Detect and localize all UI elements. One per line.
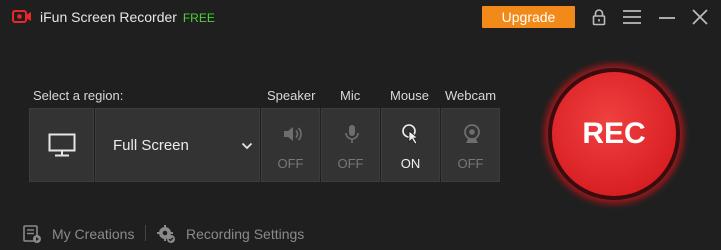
webcam-label: Webcam bbox=[445, 88, 497, 103]
select-region-label: Select a region: bbox=[33, 88, 124, 103]
region-select-value: Full Screen bbox=[113, 137, 189, 154]
creations-icon bbox=[23, 225, 41, 243]
mouse-state: ON bbox=[400, 156, 421, 171]
monitor-icon bbox=[48, 133, 76, 157]
mic-state: OFF bbox=[337, 156, 364, 171]
my-creations-label: My Creations bbox=[52, 226, 135, 242]
minimize-icon[interactable] bbox=[657, 8, 677, 26]
gear-icon bbox=[157, 225, 175, 243]
mouse-toggle[interactable]: ON bbox=[381, 108, 440, 182]
edition-badge: FREE bbox=[182, 11, 215, 25]
app-name: iFun Screen Recorder bbox=[40, 9, 177, 25]
app-title: iFun Screen Recorder FREE bbox=[40, 9, 215, 25]
menu-icon[interactable] bbox=[622, 8, 642, 26]
rec-button[interactable]: REC bbox=[537, 57, 691, 211]
rec-button-graphic bbox=[537, 57, 691, 211]
webcam-state: OFF bbox=[457, 156, 484, 171]
mouse-label: Mouse bbox=[390, 88, 430, 103]
title-bar: iFun Screen Recorder FREE Upgrade bbox=[0, 0, 721, 34]
speaker-state: OFF bbox=[277, 156, 304, 171]
lock-icon[interactable] bbox=[589, 8, 609, 26]
upgrade-button[interactable]: Upgrade bbox=[482, 6, 575, 28]
mic-toggle[interactable]: OFF bbox=[321, 108, 380, 182]
speaker-toggle[interactable]: OFF bbox=[261, 108, 320, 182]
my-creations-link[interactable]: My Creations bbox=[22, 222, 142, 244]
recording-settings-label: Recording Settings bbox=[186, 226, 305, 242]
recording-settings-link[interactable]: Recording Settings bbox=[156, 222, 306, 244]
mouse-click-icon bbox=[402, 124, 420, 145]
webcam-icon bbox=[464, 124, 480, 143]
chevron-down-icon bbox=[241, 142, 253, 150]
footer-divider bbox=[145, 225, 146, 241]
webcam-toggle[interactable]: OFF bbox=[441, 108, 500, 182]
speaker-icon bbox=[284, 127, 302, 141]
mic-label: Mic bbox=[340, 88, 361, 103]
mic-icon bbox=[345, 125, 359, 143]
monitor-button[interactable] bbox=[29, 108, 94, 182]
speaker-label: Speaker bbox=[267, 88, 316, 103]
app-logo-icon bbox=[12, 10, 31, 23]
region-select[interactable]: Full Screen bbox=[95, 108, 260, 182]
close-icon[interactable] bbox=[690, 8, 710, 26]
